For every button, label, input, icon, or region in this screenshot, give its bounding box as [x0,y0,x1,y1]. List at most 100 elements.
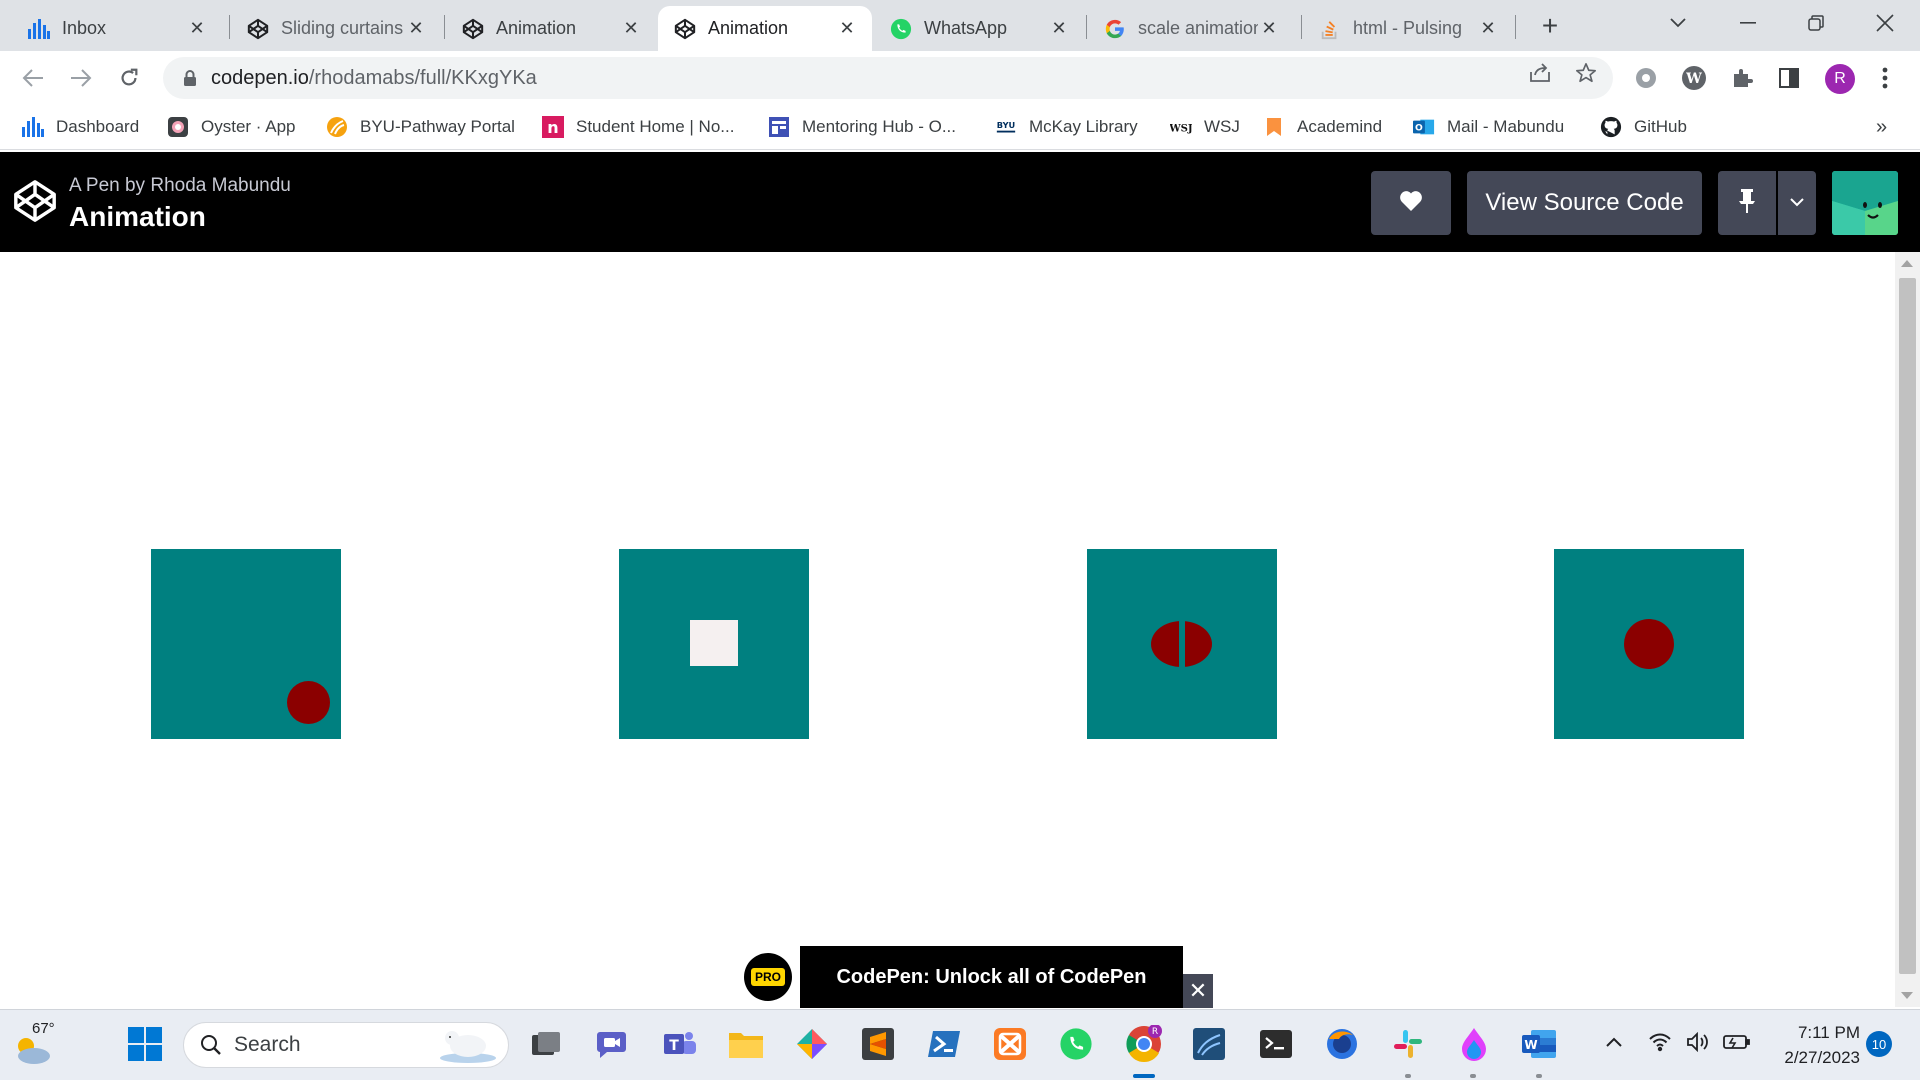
windows-start-icon[interactable] [125,1024,165,1064]
close-window-icon[interactable] [1862,6,1908,40]
teams-icon[interactable]: T [660,1024,700,1064]
xampp-icon[interactable] [990,1024,1030,1064]
close-tab-icon[interactable]: ✕ [1048,18,1070,40]
whatsapp-icon [890,18,912,40]
tab-whatsapp[interactable]: WhatsApp ✕ [874,6,1084,51]
author-link[interactable]: Rhoda Mabundu [150,175,291,196]
reload-icon[interactable] [113,62,145,94]
forward-arrow-icon[interactable] [65,62,97,94]
bookmark-oyster[interactable]: Oyster · App [167,113,295,141]
task-view-icon[interactable] [526,1024,566,1064]
taskbar-clock[interactable]: 7:11 PM 2/27/2023 [1770,1020,1860,1070]
bookmark-dashboard[interactable]: Dashboard [22,113,139,141]
svg-text:W: W [1524,1038,1537,1052]
tab-animation-active[interactable]: Animation ✕ [658,6,872,51]
close-tab-icon[interactable]: ✕ [1258,18,1280,40]
bookmark-student-home[interactable]: n Student Home | No... [542,113,734,141]
bookmark-star-icon[interactable] [1573,60,1599,86]
pro-badge: PRO [744,953,792,1001]
chevron-down-icon [1790,194,1804,212]
more-bookmarks-button[interactable]: » [1876,116,1887,139]
side-panel-icon[interactable] [1775,64,1803,92]
codepen-icon [247,18,269,40]
bookmark-mail[interactable]: O Mail - Mabundu [1413,113,1564,141]
minimize-icon[interactable] [1725,6,1771,40]
page-scrollbar[interactable] [1895,252,1920,1007]
taskbar-search[interactable]: Search [183,1022,509,1068]
codepen-logo-icon[interactable] [12,178,58,224]
scroll-thumb[interactable] [1899,278,1916,974]
close-tab-icon[interactable]: ✕ [620,18,642,40]
wifi-icon[interactable] [1648,1032,1672,1057]
profile-avatar[interactable]: R [1825,64,1855,94]
byu-library-icon: BYU [995,116,1017,138]
back-arrow-icon[interactable] [17,62,49,94]
word-icon[interactable]: W [1519,1024,1559,1064]
git-client-icon[interactable] [792,1024,832,1064]
tab-scale-animation[interactable]: scale animation ✕ [1088,6,1294,51]
mentoring-hub-icon [768,116,790,138]
clock-date: 2/27/2023 [1784,1048,1860,1067]
pin-dropdown-button[interactable] [1778,171,1816,235]
terminal-icon[interactable] [1256,1024,1296,1064]
search-icon [200,1034,222,1056]
bookmark-mentoring-hub[interactable]: Mentoring Hub - O... [768,113,956,141]
bookmark-wsj[interactable]: WSJ WSJ [1170,113,1240,141]
speaker-icon[interactable] [1686,1031,1712,1057]
teams-chat-icon[interactable] [592,1024,632,1064]
pro-banner[interactable]: PRO CodePen: Unlock all of CodePen [736,946,1183,1008]
tab-sliding-curtains[interactable]: Sliding curtains ✕ [231,6,441,51]
notification-badge[interactable]: 10 [1866,1031,1892,1057]
whatsapp-icon[interactable] [1056,1024,1096,1064]
address-bar[interactable]: codepen.io/rhodamabs/full/KKxgYKa [163,57,1613,99]
close-tab-icon[interactable]: ✕ [836,18,858,40]
file-explorer-icon[interactable] [726,1024,766,1064]
pen-byline: A Pen by Rhoda Mabundu [69,175,291,197]
bookmark-label: BYU-Pathway Portal [360,117,515,136]
bookmark-byu-pathway[interactable]: BYU-Pathway Portal [326,113,515,141]
tab-inbox[interactable]: Inbox ✕ [12,6,222,51]
powershell-icon[interactable] [924,1024,964,1064]
view-source-button[interactable]: View Source Code [1467,171,1702,235]
tab-animation[interactable]: Animation ✕ [446,6,656,51]
close-tab-icon[interactable]: ✕ [405,18,427,40]
close-tab-icon[interactable]: ✕ [186,18,208,40]
tab-strip: Inbox ✕ Sliding curtains ✕ Animation ✕ A… [0,0,1920,51]
user-avatar[interactable] [1832,171,1898,235]
show-hidden-icons-chevron-icon[interactable] [1605,1032,1623,1053]
weather-widget[interactable]: 67° [12,1020,62,1066]
wordpress-icon[interactable]: W [1680,64,1708,92]
extension-gear-icon[interactable] [1632,64,1660,92]
bookmark-mckay-library[interactable]: BYU McKay Library [995,113,1138,141]
bookmark-github[interactable]: GitHub [1600,113,1687,141]
sublime-text-icon[interactable] [858,1024,898,1064]
close-tab-icon[interactable]: ✕ [1477,18,1499,40]
love-button[interactable] [1371,171,1451,235]
bookmark-academind[interactable]: Academind [1263,113,1382,141]
bookmark-label: Oyster · App [201,117,296,136]
animation-box-1 [151,549,341,739]
chrome-icon[interactable]: R [1124,1024,1164,1064]
scroll-down-arrow-icon[interactable] [1901,992,1913,999]
pin-button[interactable] [1718,171,1776,235]
pro-banner-text[interactable]: CodePen: Unlock all of CodePen [800,966,1183,989]
svg-text:T: T [669,1038,679,1054]
battery-icon[interactable] [1722,1032,1750,1055]
extensions-puzzle-icon[interactable] [1728,64,1756,92]
restore-icon[interactable] [1793,6,1839,40]
close-banner-button[interactable]: ✕ [1183,974,1213,1008]
lock-icon[interactable] [173,69,207,87]
tab-search-icon[interactable] [1655,6,1701,40]
light-square [690,620,738,666]
kebab-menu-icon[interactable] [1871,64,1899,92]
new-tab-button[interactable]: + [1534,10,1566,42]
share-icon[interactable] [1527,60,1553,86]
scroll-up-arrow-icon[interactable] [1901,260,1913,267]
byline-prefix: A Pen by [69,175,146,196]
running-app-indicator [1470,1074,1476,1078]
slack-icon[interactable] [1388,1024,1428,1064]
tab-html-pulsing[interactable]: html - Pulsing ✕ [1303,6,1513,51]
paint-drop-icon[interactable] [1454,1024,1494,1064]
database-workbench-icon[interactable] [1189,1024,1229,1064]
firefox-icon[interactable] [1322,1024,1362,1064]
